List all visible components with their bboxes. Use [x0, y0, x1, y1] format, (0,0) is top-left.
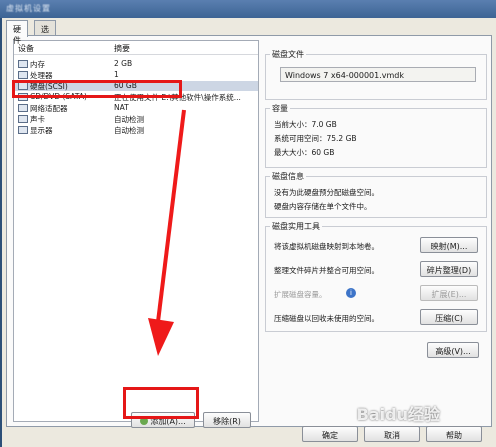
device-name: 硬盘(SCSI) [30, 82, 68, 91]
defrag-description: 整理文件碎片并整合可用空间。 [274, 266, 379, 275]
info-icon: i [346, 288, 356, 298]
device-row-cd-dvd[interactable]: CD/DVD (SATA) 正在使用文件 E:\其他软件\操作系统... [14, 92, 258, 102]
disk-file-field[interactable]: Windows 7 x64-000001.vmdk [280, 67, 476, 82]
compact-description: 压缩磁盘以回收未使用的空间。 [274, 314, 379, 323]
list-header: 设备 摘要 [14, 41, 258, 55]
group-title: 磁盘信息 [270, 171, 306, 182]
ok-button[interactable]: 确定 [302, 426, 358, 442]
advanced-button[interactable]: 高级(V)... [427, 342, 479, 358]
system-free-space: 系统可用空间：75.2 GB [274, 134, 357, 143]
device-list[interactable]: 设备 摘要 内存 2 GB 处理器 1 硬盘(SCSI) 60 GB CD/DV… [13, 40, 259, 422]
compact-button[interactable]: 压缩(C) [420, 309, 478, 325]
disk-info-line: 没有为此硬盘预分配磁盘空间。 [274, 188, 379, 197]
tab-hardware[interactable]: 硬件 [6, 20, 28, 45]
tab-options[interactable]: 选项 [34, 20, 56, 45]
disk-info-line: 硬盘内容存储在单个文件中。 [274, 202, 372, 211]
device-name: 内存 [30, 60, 45, 69]
add-hardware-icon [140, 417, 149, 425]
device-summary: 60 GB [114, 81, 137, 90]
group-title: 容量 [270, 103, 290, 114]
add-button-label: 添加(A)... [150, 417, 186, 426]
capacity-group: 容量 当前大小：7.0 GB 系统可用空间：75.2 GB 最大大小：60 GB [265, 103, 487, 168]
network-adapter-icon [18, 104, 28, 112]
device-name: 声卡 [30, 115, 45, 124]
help-button[interactable]: 帮助 [426, 426, 482, 442]
device-summary: 2 GB [114, 59, 133, 68]
settings-dialog: 硬件 选项 设备 摘要 内存 2 GB 处理器 1 硬盘(SCSI) 60 GB [2, 18, 496, 447]
window-title: 虚拟机设置 [6, 4, 51, 13]
device-row-processor[interactable]: 处理器 1 [14, 70, 258, 80]
column-summary-header[interactable]: 摘要 [114, 43, 130, 54]
device-row-harddisk[interactable]: 硬盘(SCSI) 60 GB [14, 81, 258, 91]
disk-utilities-group: 磁盘实用工具 将该虚拟机磁盘映射到本地卷。 映射(M)... 整理文件碎片并整合… [265, 221, 487, 332]
device-row-sound-card[interactable]: 声卡 自动检测 [14, 114, 258, 124]
sound-card-icon [18, 115, 28, 123]
device-summary: NAT [114, 103, 129, 112]
disk-file-group: 磁盘文件 Windows 7 x64-000001.vmdk [265, 49, 487, 100]
cancel-button[interactable]: 取消 [364, 426, 420, 442]
processor-icon [18, 71, 28, 79]
device-name: 网络适配器 [30, 104, 68, 113]
device-row-display[interactable]: 显示器 自动检测 [14, 125, 258, 135]
add-button[interactable]: 添加(A)... [131, 412, 195, 428]
hardware-panel: 设备 摘要 内存 2 GB 处理器 1 硬盘(SCSI) 60 GB CD/DV… [6, 35, 492, 428]
device-name: 显示器 [30, 126, 53, 135]
disk-info-group: 磁盘信息 没有为此硬盘预分配磁盘空间。 硬盘内容存储在单个文件中。 [265, 171, 487, 218]
title-bar: 虚拟机设置 [0, 0, 496, 18]
defrag-button[interactable]: 碎片整理(D) [420, 261, 478, 277]
memory-icon [18, 60, 28, 68]
expand-button[interactable]: 扩展(E)... [420, 285, 478, 301]
device-name: 处理器 [30, 71, 53, 80]
device-summary: 正在使用文件 E:\其他软件\操作系统... [114, 93, 241, 102]
current-size: 当前大小：7.0 GB [274, 120, 337, 129]
device-row-memory[interactable]: 内存 2 GB [14, 59, 258, 69]
map-button[interactable]: 映射(M)... [420, 237, 478, 253]
group-title: 磁盘文件 [270, 49, 306, 60]
annotation-arrow-head-icon [148, 318, 174, 356]
max-size: 最大大小：60 GB [274, 148, 335, 157]
cd-dvd-icon [18, 93, 28, 101]
device-name: CD/DVD (SATA) [30, 92, 87, 101]
device-row-network-adapter[interactable]: 网络适配器 NAT [14, 103, 258, 113]
device-summary: 1 [114, 70, 119, 79]
group-title: 磁盘实用工具 [270, 221, 322, 232]
remove-button[interactable]: 移除(R) [203, 412, 251, 428]
display-icon [18, 126, 28, 134]
map-description: 将该虚拟机磁盘映射到本地卷。 [274, 242, 379, 251]
device-summary: 自动检测 [114, 126, 144, 135]
expand-description: 扩展磁盘容量。 [274, 290, 327, 299]
device-summary: 自动检测 [114, 115, 144, 124]
harddisk-icon [18, 82, 28, 90]
